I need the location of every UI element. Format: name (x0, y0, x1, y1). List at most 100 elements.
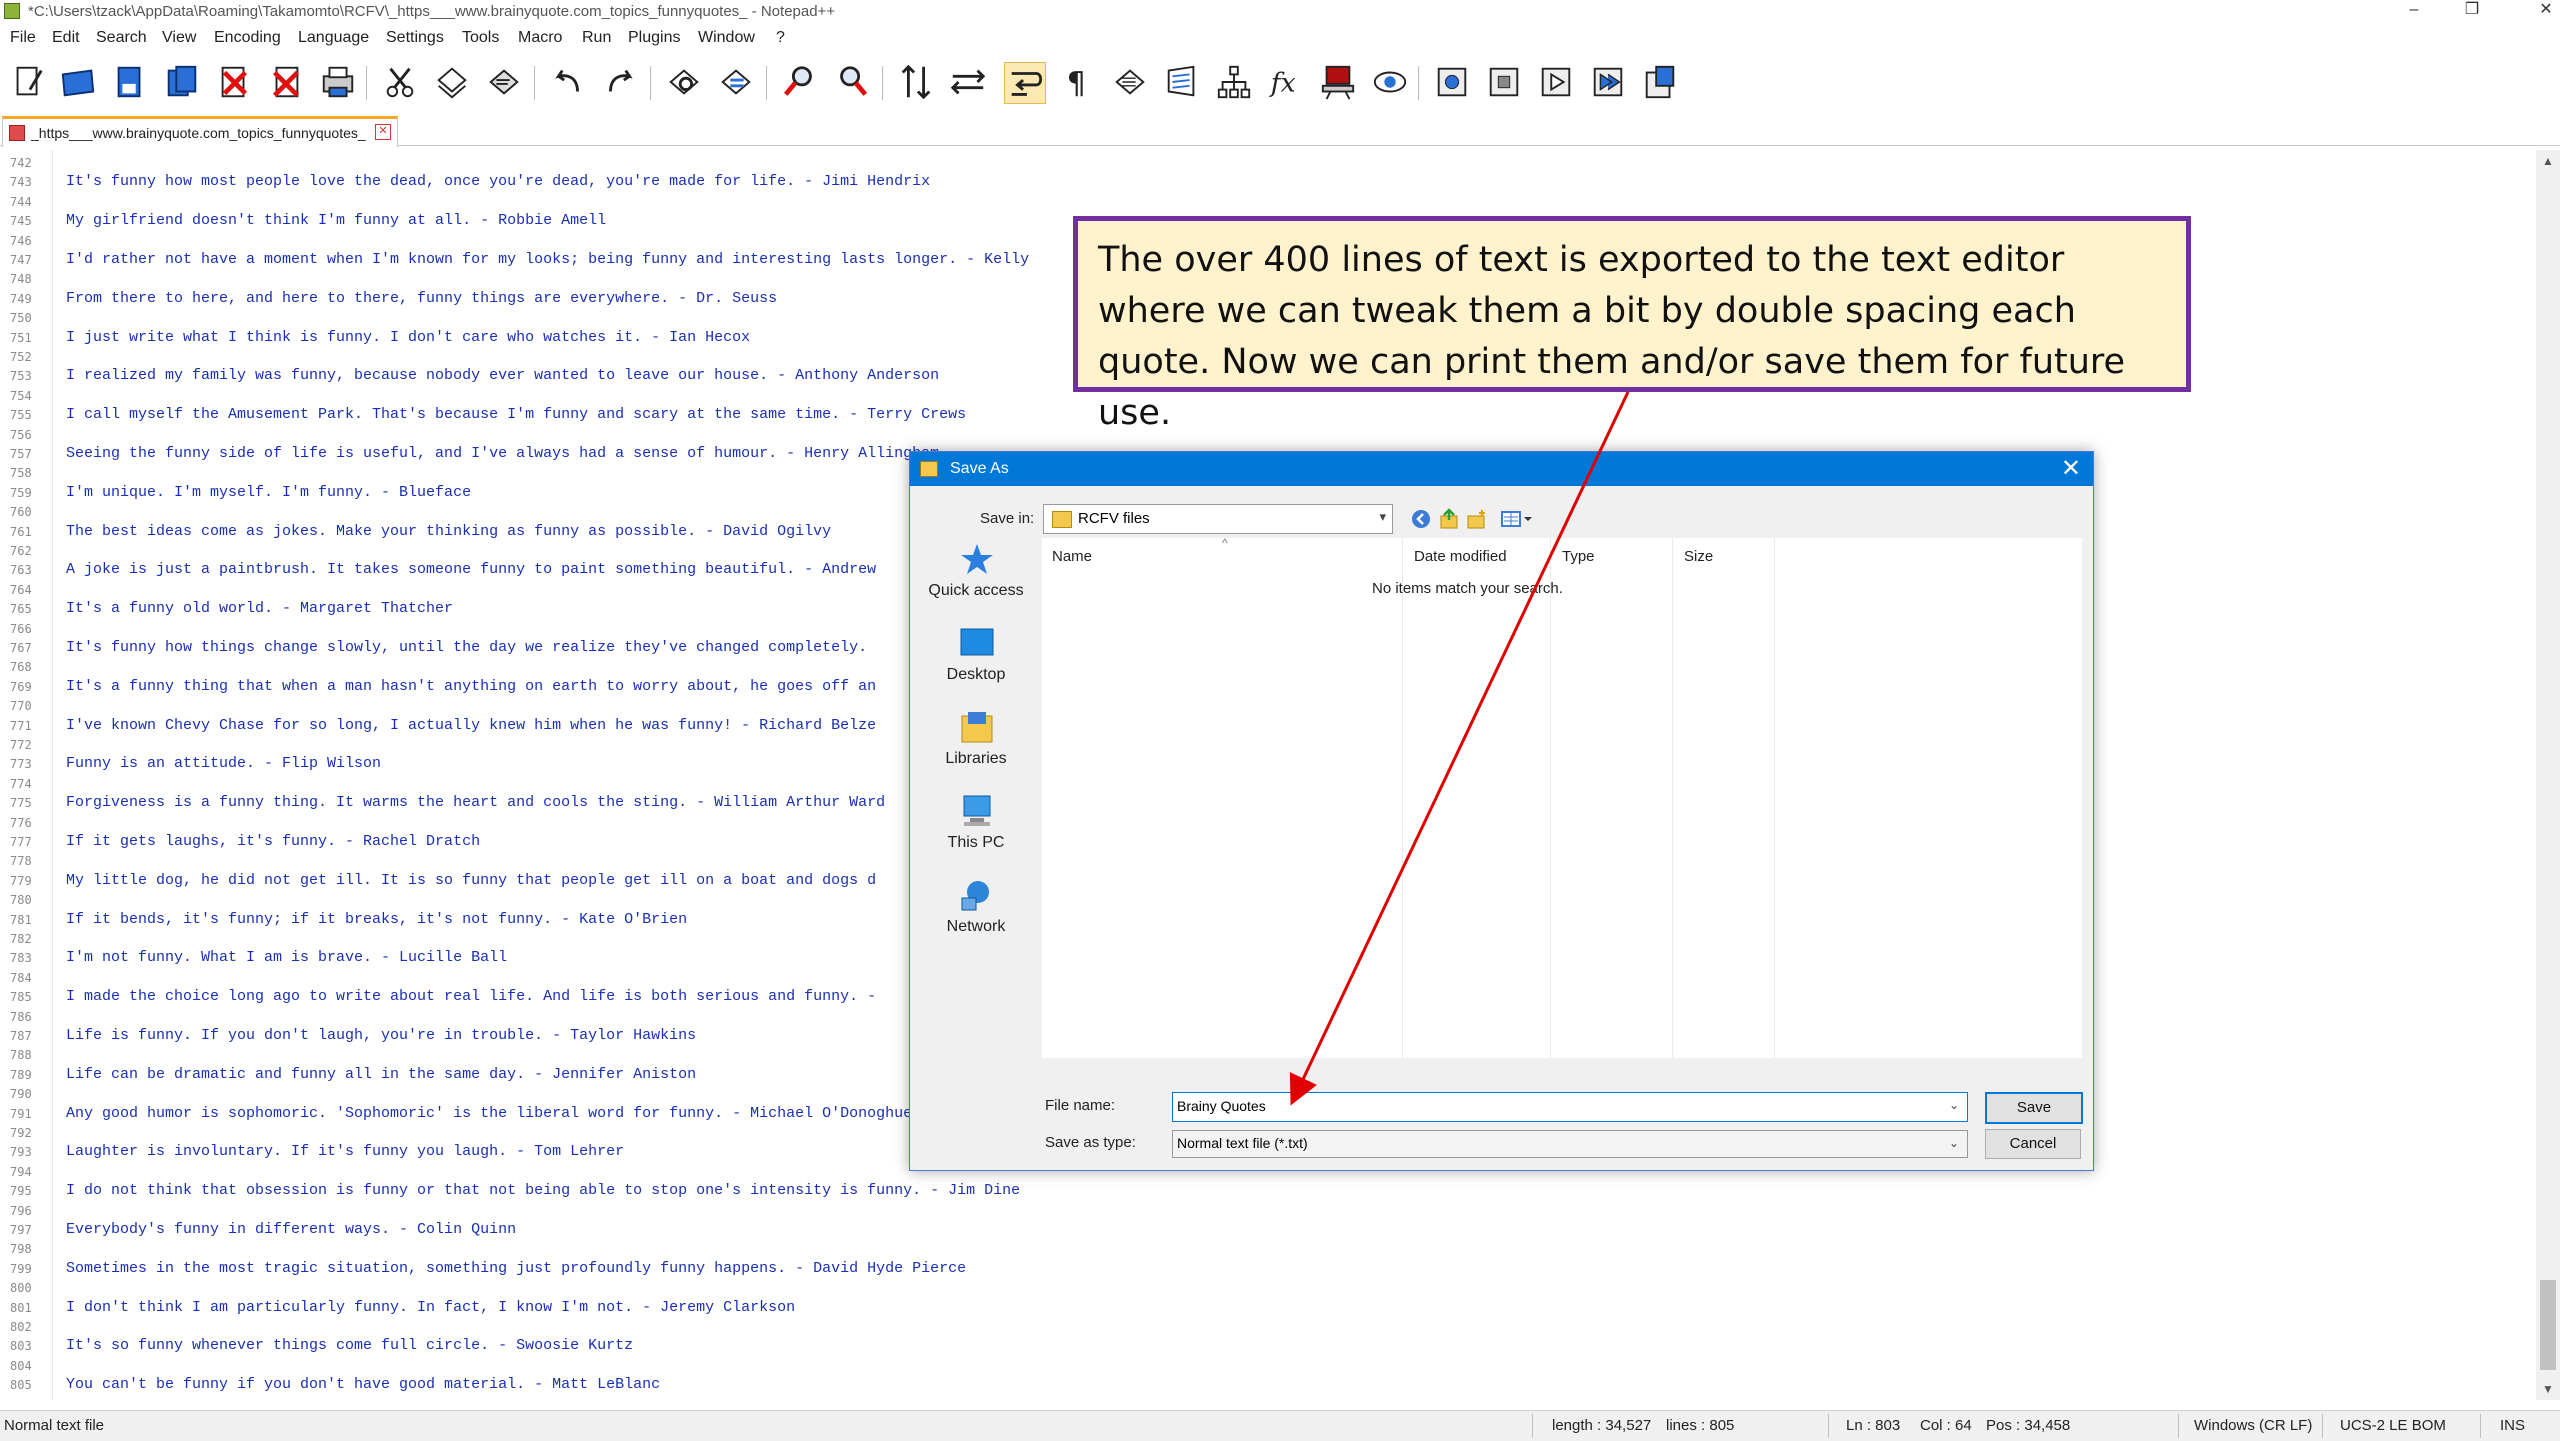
title-bar: *C:\Users\tzack\AppData\Roaming\Takamomt… (0, 0, 2560, 22)
menu-view[interactable]: View (162, 29, 196, 47)
folder-as-workspace-icon[interactable] (1318, 62, 1358, 102)
place-libraries[interactable]: Libraries (910, 706, 1042, 788)
status-insert-mode[interactable]: INS (2500, 1417, 2525, 1434)
play-macro-icon[interactable] (1536, 62, 1576, 102)
toolbar-separator (534, 66, 535, 100)
line-number: 772 (10, 738, 32, 752)
find-icon[interactable] (664, 62, 704, 102)
line-number: 774 (10, 776, 32, 791)
place-network[interactable]: Network (910, 874, 1042, 956)
show-all-characters-icon[interactable]: ¶ (1058, 62, 1098, 102)
line-number: 788 (10, 1048, 32, 1063)
save-macro-icon[interactable] (1640, 62, 1680, 102)
cancel-button[interactable]: Cancel (1985, 1129, 2081, 1159)
up-folder-icon[interactable] (1438, 508, 1460, 530)
close-window-button[interactable]: ✕ (2526, 0, 2560, 22)
menu-edit[interactable]: Edit (52, 29, 80, 47)
zoom-in-icon[interactable] (780, 62, 820, 102)
line-number: 755 (10, 408, 32, 423)
function-list-icon[interactable]: fx (1266, 62, 1306, 102)
copy-icon[interactable] (432, 62, 472, 102)
line-number: 783 (10, 951, 32, 966)
chevron-down-icon[interactable]: ⌄ (1949, 1098, 1959, 1112)
menu-window[interactable]: Window (698, 29, 755, 47)
save-all-icon[interactable] (162, 62, 202, 102)
line-number: 753 (10, 369, 32, 384)
new-folder-icon[interactable] (1466, 508, 1488, 530)
file-name-input[interactable]: Brainy Quotes ⌄ (1172, 1092, 1968, 1122)
save-in-dropdown[interactable]: RCFV files ▾ (1043, 504, 1393, 534)
menu-language[interactable]: Language (298, 29, 369, 47)
menu-macro[interactable]: Macro (518, 29, 562, 47)
column-header-name[interactable]: Name (1052, 548, 1092, 565)
folder-icon (920, 461, 938, 477)
line-number: 750 (10, 311, 32, 326)
line-number: 747 (10, 253, 32, 267)
tab-close-icon[interactable]: ✕ (375, 124, 391, 140)
line-number: 793 (10, 1145, 32, 1160)
menu-file[interactable]: File (10, 29, 36, 47)
line-number: 759 (10, 485, 32, 500)
sync-horizontal-scroll-icon[interactable] (948, 62, 988, 102)
monitoring-eye-icon[interactable] (1370, 62, 1410, 102)
save-icon[interactable] (110, 62, 150, 102)
run-macro-multiple-icon[interactable] (1588, 62, 1628, 102)
toolbar: ¶ fx (0, 54, 2560, 110)
scroll-down-arrow-icon[interactable]: ▼ (2542, 1382, 2554, 1396)
menu-settings[interactable]: Settings (386, 29, 444, 47)
chevron-down-icon[interactable]: ⌄ (1949, 1136, 1959, 1150)
document-map-icon[interactable] (1214, 62, 1254, 102)
open-file-icon[interactable] (58, 62, 98, 102)
minimize-button[interactable]: – (2394, 0, 2434, 22)
save-button[interactable]: Save (1985, 1092, 2083, 1124)
menu-plugins[interactable]: Plugins (628, 29, 680, 47)
column-header-type[interactable]: Type (1562, 548, 1595, 565)
cut-icon[interactable] (380, 62, 420, 102)
zoom-out-icon[interactable] (832, 62, 872, 102)
menu-run[interactable]: Run (582, 29, 611, 47)
place-this-pc[interactable]: This PC (910, 790, 1042, 872)
indent-guide-icon[interactable] (1110, 62, 1150, 102)
places-bar: Quick access Desktop Libraries This PC N… (910, 538, 1042, 968)
stop-macro-icon[interactable] (1484, 62, 1524, 102)
dialog-close-icon[interactable]: ✕ (2061, 454, 2081, 483)
close-icon[interactable] (214, 62, 254, 102)
replace-icon[interactable] (716, 62, 756, 102)
new-file-icon[interactable] (8, 62, 48, 102)
place-desktop[interactable]: Desktop (910, 622, 1042, 704)
line-number: 762 (10, 544, 32, 558)
menu-tools[interactable]: Tools (462, 29, 499, 47)
back-icon[interactable] (1410, 508, 1432, 530)
sync-vertical-scroll-icon[interactable] (896, 62, 936, 102)
editor-line: I'm unique. I'm myself. I'm funny. - Blu… (66, 483, 472, 501)
undo-icon[interactable] (548, 62, 588, 102)
paste-icon[interactable] (484, 62, 524, 102)
column-header-size[interactable]: Size (1684, 548, 1713, 565)
close-all-icon[interactable] (266, 62, 306, 102)
toolbar-separator (766, 66, 767, 100)
status-encoding[interactable]: UCS-2 LE BOM (2340, 1417, 2446, 1434)
record-macro-icon[interactable] (1432, 62, 1472, 102)
user-defined-language-icon[interactable] (1162, 62, 1202, 102)
column-header-date-modified[interactable]: Date modified (1414, 548, 1507, 565)
vertical-scrollbar[interactable]: ▲ ▼ (2536, 150, 2560, 1400)
menu-encoding[interactable]: Encoding (214, 29, 281, 47)
line-number: 776 (10, 815, 32, 830)
notepad-plus-plus-icon (4, 3, 20, 19)
menu-help[interactable]: ? (776, 29, 785, 47)
place-quick-access[interactable]: Quick access (910, 538, 1042, 620)
maximize-button[interactable]: ❐ (2452, 0, 2492, 22)
file-list[interactable]: Name ^ Date modified Type Size No items … (1042, 536, 2082, 1058)
word-wrap-icon[interactable] (1004, 62, 1046, 104)
redo-icon[interactable] (600, 62, 640, 102)
view-menu-icon[interactable] (1500, 508, 1534, 530)
print-icon[interactable] (318, 62, 358, 102)
scroll-up-arrow-icon[interactable]: ▲ (2542, 154, 2554, 168)
save-as-type-dropdown[interactable]: Normal text file (*.txt) ⌄ (1172, 1130, 1968, 1158)
document-tab[interactable]: _https___www.brainyquote.com_topics_funn… (2, 116, 398, 147)
scrollbar-thumb[interactable] (2540, 1280, 2556, 1370)
line-number: 756 (10, 427, 32, 442)
status-eol[interactable]: Windows (CR LF) (2194, 1417, 2312, 1434)
line-number: 749 (10, 291, 32, 306)
menu-search[interactable]: Search (96, 29, 147, 47)
